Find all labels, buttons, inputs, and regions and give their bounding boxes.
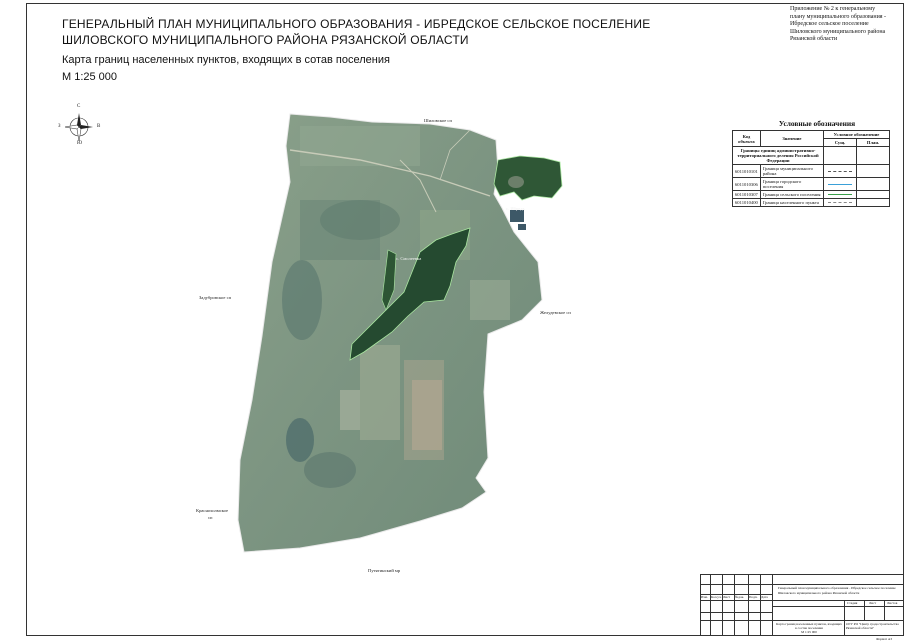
legend-label: Граница населенного пункта bbox=[759, 198, 825, 207]
stamp-col: Кол.уч. bbox=[711, 595, 722, 599]
legend-symbol-plan bbox=[856, 164, 890, 178]
legend-col-plan: План. bbox=[856, 138, 890, 147]
label-south-neighbor: Путятинский мр bbox=[368, 568, 401, 573]
legend-section: Границы единиц административно-территори… bbox=[732, 146, 824, 165]
legend-row: 6011010307 Граница сельского поселения bbox=[732, 190, 890, 199]
satellite-map bbox=[237, 113, 563, 553]
legend-symbol-plan bbox=[856, 190, 890, 199]
legend-symbol bbox=[823, 177, 857, 191]
pond bbox=[510, 210, 524, 222]
legend-code: 6011010400 bbox=[732, 198, 761, 207]
legend-label: Граница городского поселения bbox=[759, 177, 825, 191]
legend-row: 6011010306 Граница городского поселения bbox=[732, 177, 890, 191]
legend-symbol bbox=[823, 190, 857, 199]
legend-symbol-plan bbox=[856, 198, 890, 207]
stamp-col: Лист bbox=[723, 595, 731, 599]
legend-col-meaning: Значение bbox=[759, 130, 825, 147]
legend-col-code: Код объекта bbox=[732, 130, 761, 147]
label-east-neighbor: Желудевское сп bbox=[540, 310, 571, 315]
legend-symbol bbox=[823, 198, 857, 207]
stamp-map-name: Карта границ населенных пунктов, входящи… bbox=[776, 622, 842, 630]
label-ibred: с. Ибредь bbox=[506, 206, 525, 211]
legend-title: Условные обозначения bbox=[778, 119, 856, 128]
settlement-ibred[interactable] bbox=[493, 155, 563, 201]
legend-symbol-plan bbox=[856, 177, 890, 191]
stamp-col: №док. bbox=[735, 595, 745, 599]
stamp-col: Дата bbox=[761, 595, 768, 599]
legend-code: 6011010306 bbox=[732, 177, 761, 191]
legend-col-exist: Сущ. bbox=[823, 138, 857, 147]
label-north-neighbor: Шиловское сп bbox=[424, 118, 452, 123]
stamp-sheets: Листов bbox=[887, 601, 898, 605]
legend-symbol bbox=[823, 164, 857, 178]
stamp-sheet: Лист bbox=[869, 601, 877, 605]
legend-row: 6011010101 Граница муниципального района bbox=[732, 164, 890, 178]
label-smoleevka: с. Смолеевка bbox=[396, 256, 422, 261]
legend-row: 6011010400 Граница населенного пункта bbox=[732, 198, 890, 207]
legend-empty-cell bbox=[856, 146, 890, 165]
legend-code: 6011010101 bbox=[732, 164, 761, 178]
stamp-project-title-2: Шиловского муниципального района Рязанск… bbox=[778, 591, 860, 595]
label-west-neighbor: Задубровское сп bbox=[199, 295, 232, 300]
stamp-format: Формат А3 bbox=[876, 637, 893, 641]
stamp-col: Изм. bbox=[701, 595, 708, 599]
stamp-map-scale: М 1:25 000 bbox=[801, 630, 817, 634]
pond bbox=[518, 224, 526, 230]
legend-empty-cell bbox=[823, 146, 857, 165]
legend-label: Граница сельского поселения bbox=[759, 190, 825, 199]
stamp-project-title: Генеральный план муниципального образова… bbox=[778, 586, 896, 590]
label-southwest-neighbor: Краснохолмское bbox=[196, 508, 229, 513]
legend-label: Граница муниципального района bbox=[759, 164, 825, 178]
label-southwest-neighbor-suffix: сп bbox=[208, 515, 213, 520]
legend-col-symbol: Условное обозначение bbox=[823, 130, 890, 139]
stamp-organization: ОГУ РО "Центр градостроительства Рязанск… bbox=[846, 622, 899, 630]
stamp-stage: Стадия bbox=[847, 601, 858, 605]
legend-code: 6011010307 bbox=[732, 190, 761, 199]
title-block-stamp: Генеральный план муниципального образова… bbox=[700, 574, 904, 641]
legend-table: Код объекта Значение Условное обозначени… bbox=[732, 130, 890, 207]
stamp-col: Подп. bbox=[749, 595, 758, 599]
